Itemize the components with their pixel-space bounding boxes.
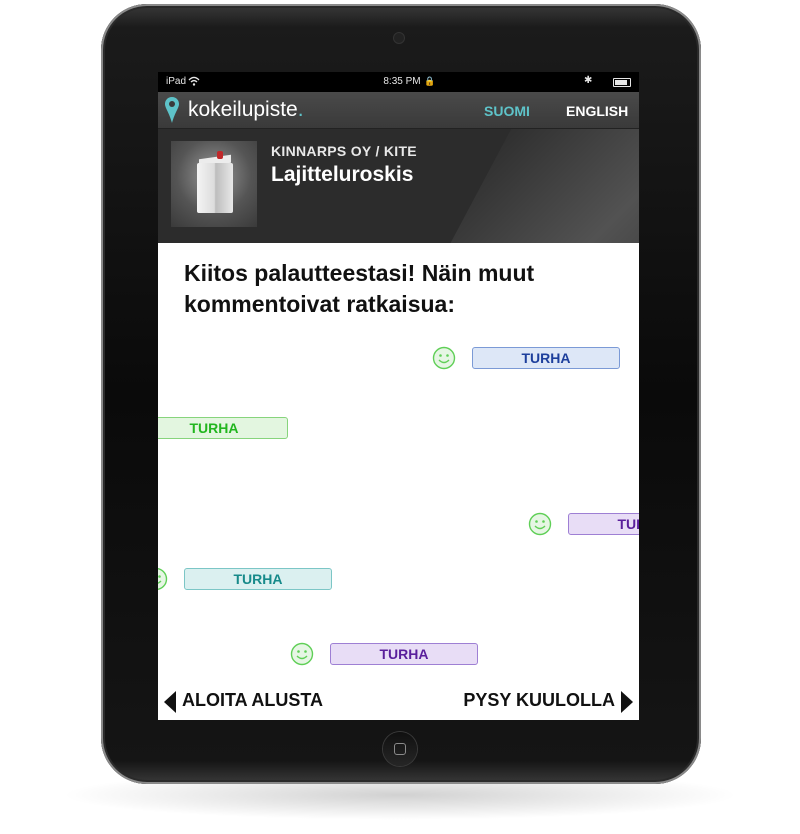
smiley-icon bbox=[432, 346, 456, 370]
brand-name: kokeilupiste bbox=[188, 98, 298, 121]
product-image-detail bbox=[217, 151, 223, 159]
brand-logo: kokeilupiste. bbox=[188, 98, 304, 122]
comment-item: TURHA bbox=[290, 642, 480, 666]
comment-pill: TURHA bbox=[158, 417, 288, 439]
wifi-icon bbox=[188, 76, 200, 86]
map-pin-icon bbox=[165, 97, 179, 123]
carrier-label: iPad bbox=[166, 76, 187, 87]
product-image bbox=[171, 141, 257, 227]
header-shine bbox=[378, 129, 639, 243]
lock-icon: 🔒 bbox=[424, 76, 436, 86]
comment-pill: TURHA bbox=[472, 347, 620, 369]
product-header: KINNARPS OY / KITE Lajitteluroskis bbox=[158, 129, 639, 243]
comment-pill: TURHA bbox=[568, 513, 639, 535]
product-image-box bbox=[197, 163, 233, 213]
product-name: Lajitteluroskis bbox=[271, 163, 414, 186]
comment-item: TURHA bbox=[158, 567, 334, 591]
comment-item: TURHA bbox=[432, 346, 622, 370]
bluetooth-icon: ✱ bbox=[584, 75, 593, 86]
home-square-icon bbox=[394, 743, 406, 755]
brand-dot: . bbox=[297, 98, 304, 121]
top-bar: kokeilupiste. SUOMI ENGLISH bbox=[158, 92, 639, 129]
status-bar: iPad 8:35 PM 🔒 ✱ bbox=[158, 72, 639, 92]
comment-item: TURHA bbox=[528, 512, 639, 536]
company-name: KINNARPS OY / KITE bbox=[271, 143, 417, 159]
smiley-icon bbox=[158, 567, 168, 591]
thanks-message: Kiitos palautteestasi! Näin muut komment… bbox=[184, 260, 535, 317]
language-english[interactable]: ENGLISH bbox=[566, 103, 628, 119]
camera-icon bbox=[394, 33, 404, 43]
battery-icon bbox=[613, 78, 631, 87]
forward-button[interactable]: PYSY KUULOLLA bbox=[453, 689, 633, 715]
back-label: ALOITA ALUSTA bbox=[182, 690, 323, 710]
forward-label: PYSY KUULOLLA bbox=[463, 690, 615, 710]
comment-pill: TURHA bbox=[184, 568, 332, 590]
back-button[interactable]: ALOITA ALUSTA bbox=[164, 689, 344, 715]
home-button[interactable] bbox=[383, 732, 417, 766]
smiley-icon bbox=[528, 512, 552, 536]
language-suomi[interactable]: SUOMI bbox=[484, 103, 530, 119]
clock: 8:35 PM bbox=[383, 76, 421, 87]
arrow-right-icon bbox=[621, 691, 633, 713]
comment-pill: TURHA bbox=[330, 643, 478, 665]
screen: iPad 8:35 PM 🔒 ✱ kokeilupiste. SUOMI ENG… bbox=[158, 72, 639, 720]
smiley-icon bbox=[290, 642, 314, 666]
arrow-left-icon bbox=[164, 691, 176, 713]
comment-item: TURHA bbox=[158, 417, 290, 439]
